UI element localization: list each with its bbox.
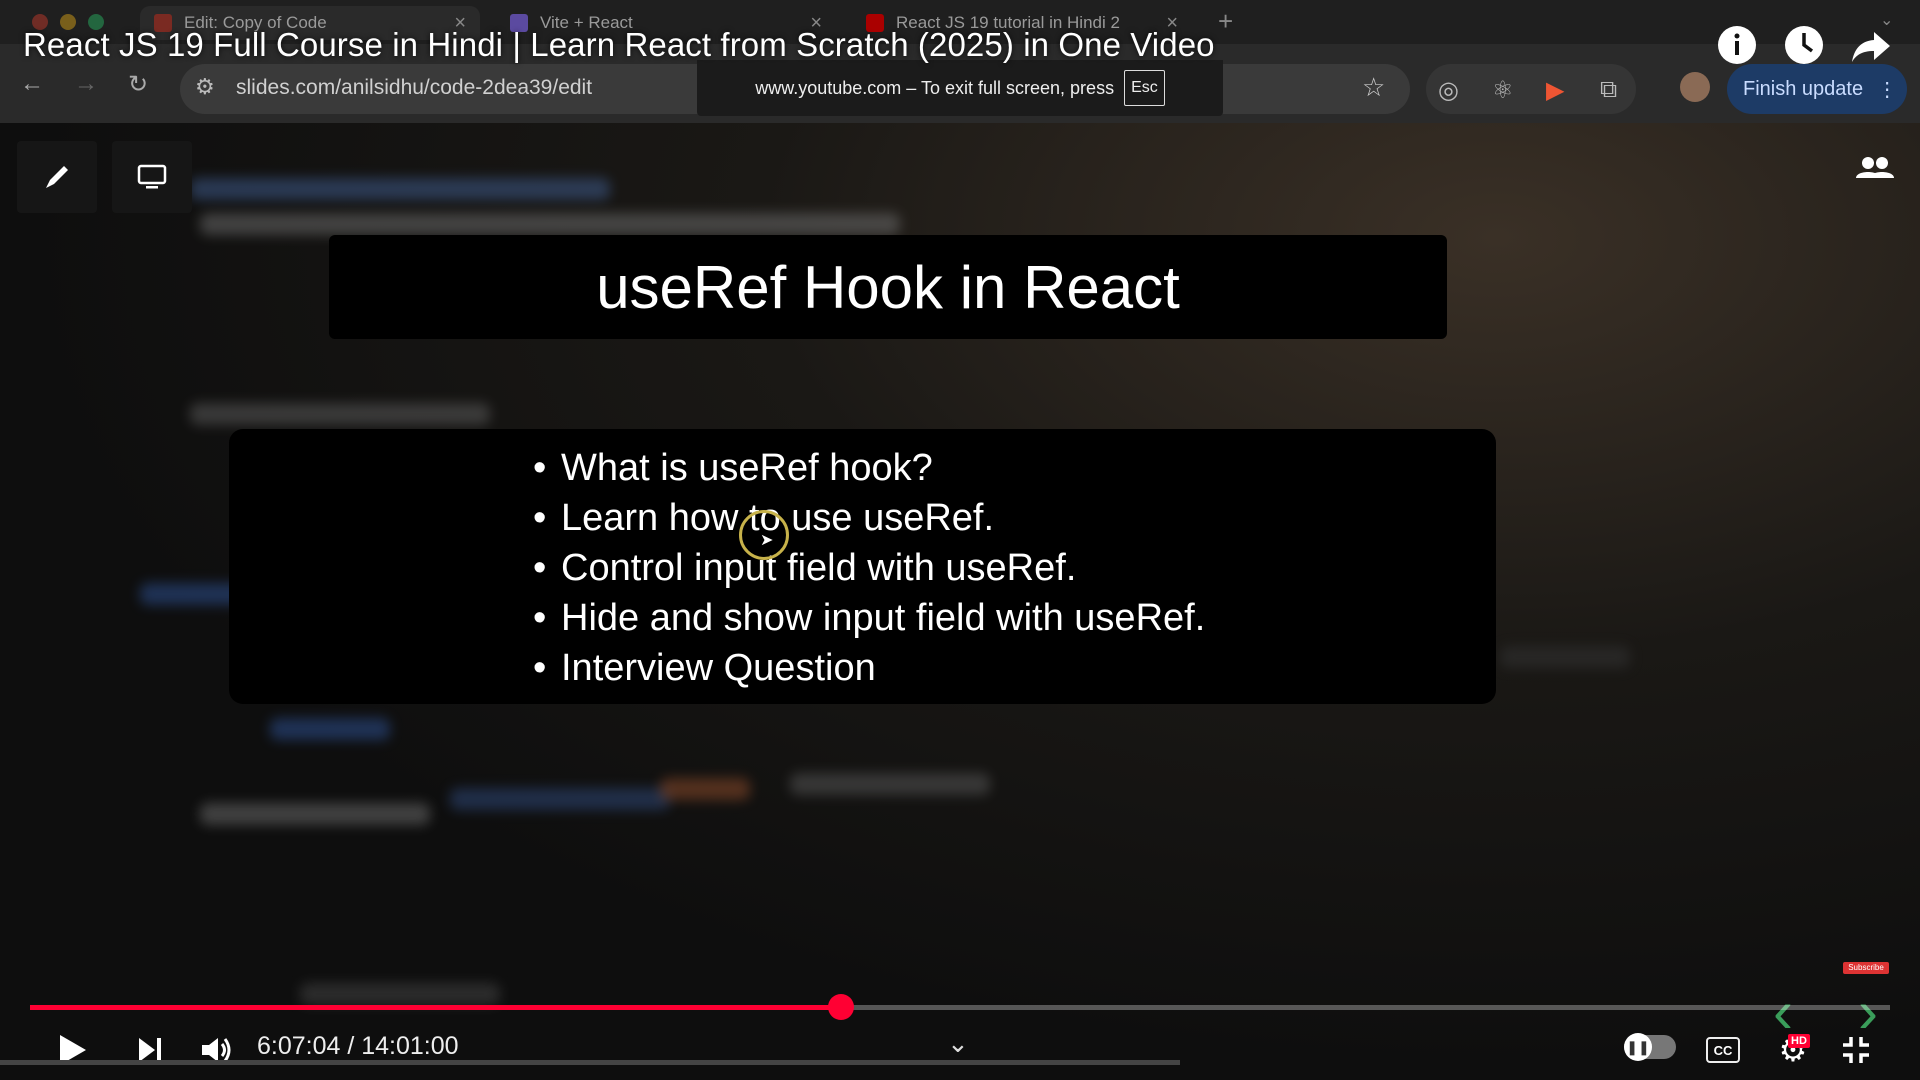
clock-icon[interactable] xyxy=(1783,24,1825,66)
url-text[interactable]: slides.com/anilsidhu/code-2dea39/edit xyxy=(236,76,592,100)
pen-icon xyxy=(46,166,68,188)
time-display: 6:07:04 / 14:01:00 xyxy=(257,1032,459,1060)
slide-bullet-list: What is useRef hook? Learn how to use us… xyxy=(533,443,1205,693)
share-icon[interactable] xyxy=(1850,24,1892,66)
buffer-bar xyxy=(0,1060,1180,1065)
fullscreen-notice-text: www.youtube.com – To exit full screen, p… xyxy=(755,77,1115,98)
finish-update-button[interactable]: Finish update ⋮ xyxy=(1727,64,1907,114)
bullet-item: Hide and show input field with useRef. xyxy=(533,593,1205,643)
chevron-down-icon[interactable]: ⌄ xyxy=(1880,10,1893,30)
finish-update-label: Finish update xyxy=(1743,77,1864,100)
react-devtools-icon[interactable]: ⚛ xyxy=(1492,76,1514,105)
slide-title: useRef Hook in React xyxy=(329,235,1447,339)
bullet-item: Learn how to use useRef. xyxy=(533,493,1205,543)
youtube-extension-icon[interactable]: ▶ xyxy=(1546,76,1564,105)
pause-icon: ❚❚ xyxy=(1624,1033,1652,1061)
progress-scrubber[interactable] xyxy=(827,994,854,1020)
mouse-cursor-icon: ➤ xyxy=(760,532,774,549)
info-icon[interactable] xyxy=(1716,24,1758,66)
profile-avatar[interactable] xyxy=(1680,72,1710,102)
exit-fullscreen-button[interactable] xyxy=(1836,1030,1876,1070)
bookmark-star-icon[interactable]: ☆ xyxy=(1362,72,1385,103)
forward-icon[interactable]: → xyxy=(74,70,98,98)
progress-bar[interactable] xyxy=(30,994,1890,1020)
video-title[interactable]: React JS 19 Full Course in Hindi | Learn… xyxy=(23,26,1215,64)
fullscreen-notice: www.youtube.com – To exit full screen, p… xyxy=(697,60,1223,116)
captions-button[interactable]: CC xyxy=(1706,1037,1740,1063)
back-icon[interactable]: ← xyxy=(20,70,44,98)
puzzle-extension-icon[interactable]: ⧉ xyxy=(1600,76,1617,104)
pen-tool-button[interactable] xyxy=(17,141,97,213)
site-settings-icon[interactable]: ⚙ xyxy=(195,74,215,100)
reload-icon[interactable]: ↻ xyxy=(128,70,148,99)
bullet-item: Interview Question xyxy=(533,643,1205,693)
subscribe-watermark[interactable]: Subscribe xyxy=(1843,962,1889,974)
record-extension-icon[interactable]: ◎ xyxy=(1438,76,1459,105)
chevron-down-icon[interactable]: ⌄ xyxy=(947,1028,969,1059)
esc-key-badge: Esc xyxy=(1124,70,1165,106)
present-button[interactable] xyxy=(112,141,192,213)
new-tab-button[interactable]: + xyxy=(1218,6,1233,37)
bullet-item: What is useRef hook? xyxy=(533,443,1205,493)
people-icon[interactable] xyxy=(1846,146,1904,190)
bullet-item: Control input field with useRef. xyxy=(533,543,1205,593)
exit-fullscreen-icon xyxy=(1843,1037,1869,1063)
monitor-icon xyxy=(137,164,167,189)
progress-played xyxy=(30,1005,841,1010)
hd-badge: HD xyxy=(1788,1034,1810,1048)
menu-dots-icon: ⋮ xyxy=(1877,78,1898,101)
